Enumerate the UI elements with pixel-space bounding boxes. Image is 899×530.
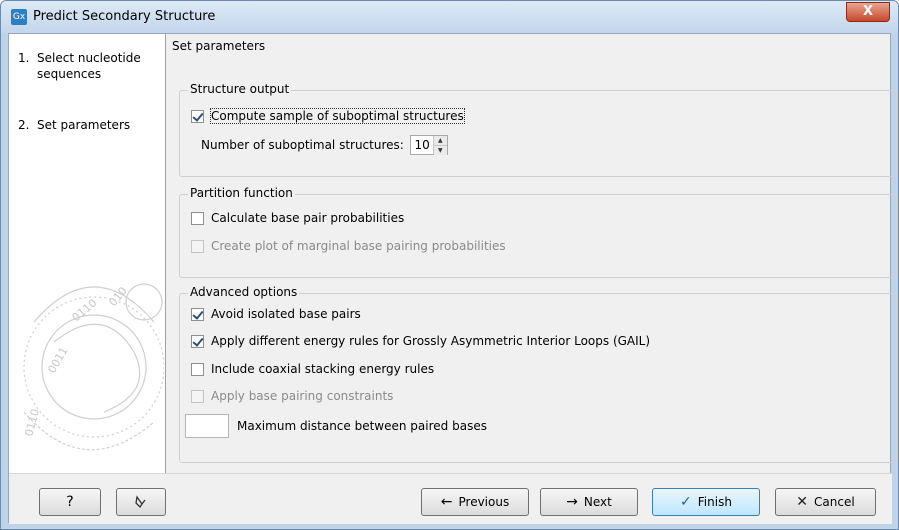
- compute-sample-checkbox[interactable]: [191, 109, 204, 123]
- arrow-right-icon: →: [566, 494, 578, 510]
- app-icon: Gx: [11, 9, 27, 25]
- step-number: 1.: [18, 51, 30, 65]
- cancel-button[interactable]: ✕ Cancel: [775, 488, 876, 516]
- coaxial-checkbox[interactable]: [191, 362, 204, 376]
- finish-label: Finish: [697, 495, 732, 509]
- decorative-dna-swirl: 0110 0011 0110 010: [22, 283, 164, 451]
- svg-text:0110: 0110: [70, 296, 100, 324]
- create-plot-label: Create plot of marginal base pairing pro…: [211, 239, 506, 253]
- create-plot-row: Create plot of marginal base pairing pro…: [191, 239, 506, 253]
- close-button[interactable]: X: [846, 2, 890, 22]
- num-suboptimal-label: Number of suboptimal structures:: [201, 138, 404, 152]
- gail-label: Apply different energy rules for Grossly…: [211, 334, 651, 348]
- avoid-isolated-checkbox[interactable]: [191, 307, 204, 321]
- max-distance-label: Maximum distance between paired bases: [237, 419, 487, 433]
- num-suboptimal-row: Number of suboptimal structures: 10 ▲ ▼: [201, 135, 448, 155]
- reset-button[interactable]: [116, 488, 166, 516]
- question-icon: ?: [66, 494, 74, 510]
- compute-sample-label: Compute sample of suboptimal structures: [210, 108, 465, 124]
- previous-label: Previous: [458, 495, 510, 509]
- num-suboptimal-spinner[interactable]: 10 ▲ ▼: [409, 135, 448, 155]
- max-distance-row: Maximum distance between paired bases: [185, 414, 487, 438]
- checkmark-icon: ✓: [680, 494, 692, 510]
- help-button[interactable]: ?: [39, 488, 101, 516]
- advanced-options-group: Advanced options Avoid isolated base pai…: [179, 285, 897, 463]
- button-bar: ? ← Previous → Next ✓ Finish ✕ Cancel: [9, 473, 892, 524]
- spinner-down-icon[interactable]: ▼: [433, 145, 447, 155]
- coaxial-row[interactable]: Include coaxial stacking energy rules: [191, 362, 434, 376]
- calc-base-pair-checkbox[interactable]: [191, 211, 204, 225]
- svg-text:0110: 0110: [22, 407, 42, 437]
- constraints-label: Apply base pairing constraints: [211, 389, 394, 403]
- step-label: Select nucleotide sequences: [37, 51, 141, 81]
- window-title: Predict Secondary Structure: [33, 9, 216, 24]
- finish-button[interactable]: ✓ Finish: [652, 488, 760, 516]
- spinner-up-icon[interactable]: ▲: [433, 136, 447, 145]
- x-icon: ✕: [796, 494, 809, 510]
- partition-function-group: Partition function Calculate base pair p…: [179, 186, 897, 278]
- avoid-isolated-row[interactable]: Avoid isolated base pairs: [191, 307, 361, 321]
- previous-button[interactable]: ← Previous: [421, 488, 529, 516]
- compute-sample-row[interactable]: Compute sample of suboptimal structures: [191, 108, 465, 124]
- gail-checkbox[interactable]: [191, 334, 204, 348]
- next-label: Next: [583, 495, 612, 509]
- spinner-arrows[interactable]: ▲ ▼: [432, 136, 447, 155]
- step-label: Set parameters: [37, 118, 131, 132]
- coaxial-label: Include coaxial stacking energy rules: [211, 362, 435, 376]
- cancel-label: Cancel: [814, 495, 855, 509]
- constraints-row: Apply base pairing constraints: [191, 389, 393, 403]
- dialog-body: 1. Select nucleotide sequences 2. Set pa…: [8, 33, 897, 524]
- avoid-isolated-label: Avoid isolated base pairs: [211, 307, 361, 321]
- structure-output-group: Structure output Compute sample of subop…: [179, 82, 897, 177]
- max-distance-input[interactable]: [185, 414, 229, 438]
- dialog-window: Gx Predict Secondary Structure X 1. Sele…: [0, 0, 899, 530]
- gail-row[interactable]: Apply different energy rules for Grossly…: [191, 334, 650, 348]
- svg-text:0011: 0011: [45, 345, 70, 376]
- panel-title: Set parameters: [172, 39, 266, 53]
- step-number: 2.: [18, 118, 30, 132]
- next-button[interactable]: → Next: [540, 488, 638, 516]
- parameters-panel: Set parameters Structure output Compute …: [166, 34, 897, 473]
- reset-icon: [135, 495, 146, 509]
- num-suboptimal-value[interactable]: 10: [411, 136, 433, 154]
- group-title: Advanced options: [188, 285, 300, 299]
- create-plot-checkbox: [191, 239, 204, 253]
- group-title: Partition function: [188, 186, 295, 200]
- calc-base-pair-label: Calculate base pair probabilities: [211, 211, 405, 225]
- wizard-steps-panel: 1. Select nucleotide sequences 2. Set pa…: [9, 34, 166, 473]
- arrow-left-icon: ←: [440, 494, 453, 510]
- close-icon: X: [862, 4, 874, 19]
- constraints-checkbox: [191, 389, 204, 403]
- title-bar[interactable]: Gx Predict Secondary Structure X: [1, 1, 898, 33]
- calc-base-pair-row[interactable]: Calculate base pair probabilities: [191, 211, 404, 225]
- group-title: Structure output: [188, 82, 292, 96]
